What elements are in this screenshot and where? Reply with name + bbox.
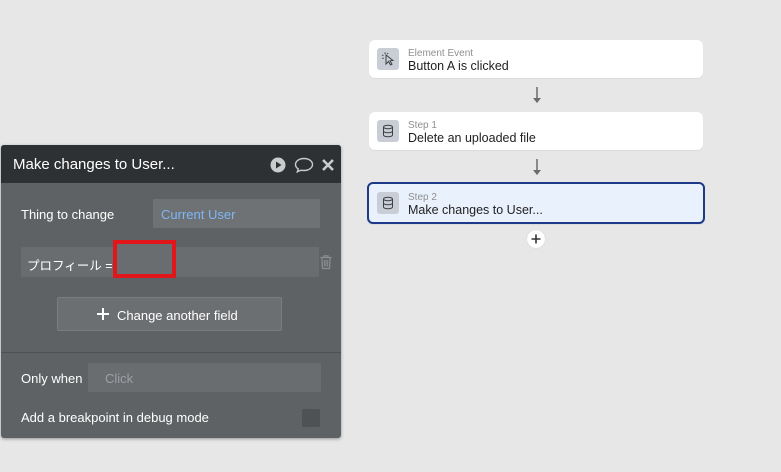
only-when-input[interactable]: Click (88, 363, 321, 392)
database-icon (377, 120, 399, 142)
arrow-down-icon (533, 87, 541, 103)
step-2-card[interactable]: Step 2 Make changes to User... (367, 182, 705, 224)
panel-title: Make changes to User... (13, 156, 175, 173)
step-1-card[interactable]: Step 1 Delete an uploaded file (369, 112, 703, 150)
field-name-label: プロフィール = (27, 259, 113, 273)
comment-icon[interactable] (294, 157, 314, 173)
cursor-click-icon (377, 48, 399, 70)
step-1-subtitle: Step 1 (408, 120, 437, 131)
change-another-field-label: Change another field (117, 308, 238, 323)
play-icon[interactable] (270, 157, 286, 173)
event-card[interactable]: Element Event Button A is clicked (369, 40, 703, 78)
panel-header: Make changes to User... (1, 145, 341, 183)
step-2-subtitle: Step 2 (408, 192, 437, 203)
breakpoint-checkbox[interactable] (302, 409, 320, 427)
plus-icon (531, 234, 541, 244)
plus-icon (97, 308, 109, 320)
trash-icon[interactable] (319, 254, 333, 270)
database-icon (377, 192, 399, 214)
event-card-title: Button A is clicked (408, 59, 509, 73)
change-another-field-button[interactable]: Change another field (57, 297, 282, 331)
divider (1, 352, 341, 353)
action-properties-panel: Make changes to User... Thing to change … (1, 145, 341, 438)
step-2-title: Make changes to User... (408, 203, 543, 217)
breakpoint-label: Add a breakpoint in debug mode (21, 410, 209, 425)
field-value-input[interactable] (113, 240, 176, 278)
step-1-title: Delete an uploaded file (408, 131, 536, 145)
thing-to-change-input[interactable]: Current User (153, 199, 320, 228)
add-step-button[interactable] (527, 230, 545, 248)
event-card-subtitle: Element Event (408, 48, 474, 59)
arrow-down-icon (533, 159, 541, 175)
close-icon[interactable] (321, 158, 335, 172)
only-when-label: Only when (21, 371, 83, 386)
thing-to-change-label: Thing to change (21, 207, 115, 222)
